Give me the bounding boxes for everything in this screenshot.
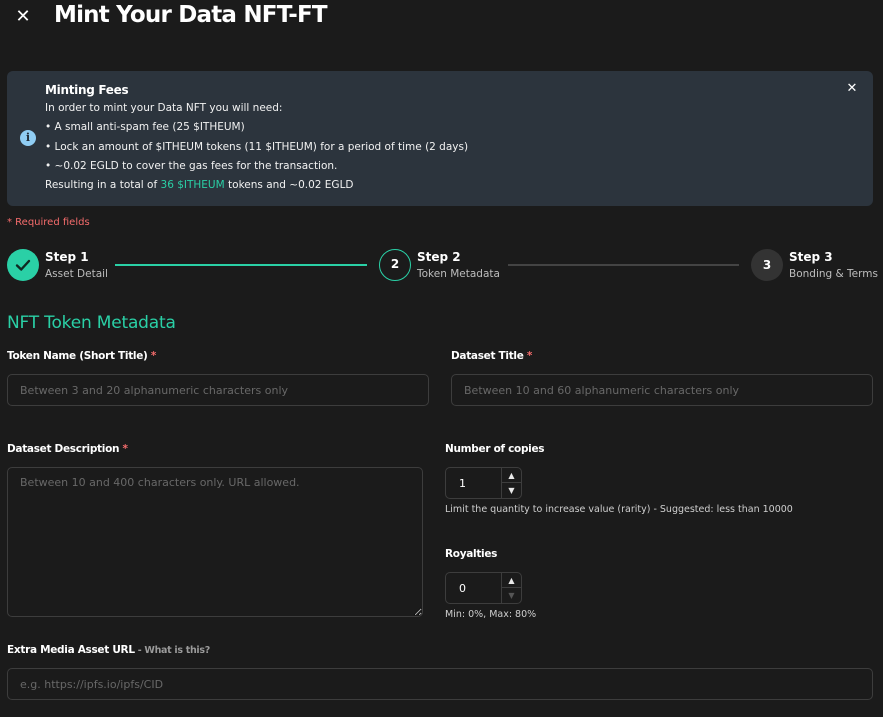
step-2-subtitle: Token Metadata bbox=[417, 268, 500, 280]
extra-media-url-input[interactable] bbox=[7, 668, 873, 700]
alert-total-line: Resulting in a total of 36 $ITHEUM token… bbox=[45, 179, 354, 191]
step-3-number: 3 bbox=[751, 249, 783, 281]
copies-value: 1 bbox=[459, 477, 466, 490]
step-connector-complete bbox=[115, 264, 367, 266]
dataset-description-label: Dataset Description * bbox=[7, 443, 128, 455]
step-3-title: Step 3 bbox=[789, 250, 833, 264]
increment-icon[interactable]: ▲ bbox=[502, 573, 521, 588]
extra-media-label: Extra Media Asset URL - What is this? bbox=[7, 644, 210, 656]
close-icon[interactable]: ✕ bbox=[846, 82, 858, 95]
page-title: Mint Your Data NFT-FT bbox=[54, 2, 328, 28]
alert-line: In order to mint your Data NFT you will … bbox=[45, 102, 283, 114]
copies-help-text: Limit the quantity to increase value (ra… bbox=[445, 504, 793, 515]
step-1-check-icon bbox=[7, 249, 39, 281]
alert-line: • ~0.02 EGLD to cover the gas fees for t… bbox=[45, 160, 338, 172]
token-name-label: Token Name (Short Title) * bbox=[7, 350, 157, 362]
royalties-stepper[interactable]: 0 ▲ ▼ bbox=[445, 572, 522, 604]
step-2-title: Step 2 bbox=[417, 250, 461, 264]
dataset-title-input[interactable] bbox=[451, 374, 873, 406]
increment-icon[interactable]: ▲ bbox=[502, 468, 521, 483]
section-title: NFT Token Metadata bbox=[7, 313, 176, 333]
copies-stepper-buttons: ▲ ▼ bbox=[501, 468, 521, 498]
close-icon[interactable]: ✕ bbox=[14, 8, 32, 26]
step-1-subtitle: Asset Detail bbox=[45, 268, 108, 280]
dataset-description-textarea[interactable] bbox=[7, 467, 423, 617]
alert-title: Minting Fees bbox=[45, 83, 129, 97]
step-3-subtitle: Bonding & Terms bbox=[789, 268, 878, 280]
what-is-this-link[interactable]: - What is this? bbox=[135, 645, 211, 656]
royalties-value: 0 bbox=[459, 582, 466, 595]
decrement-icon[interactable]: ▼ bbox=[502, 588, 521, 603]
required-fields-note: * Required fields bbox=[7, 217, 90, 228]
royalties-stepper-buttons: ▲ ▼ bbox=[501, 573, 521, 603]
step-connector-pending bbox=[508, 264, 739, 266]
total-prefix: Resulting in a total of bbox=[45, 179, 161, 191]
decrement-icon[interactable]: ▼ bbox=[502, 483, 521, 498]
copies-stepper[interactable]: 1 ▲ ▼ bbox=[445, 467, 522, 499]
step-1-title: Step 1 bbox=[45, 250, 89, 264]
dataset-title-label: Dataset Title * bbox=[451, 350, 533, 362]
step-2-number: 2 bbox=[379, 249, 411, 281]
total-suffix: tokens and ~0.02 EGLD bbox=[224, 179, 354, 191]
alert-line: • A small anti-spam fee (25 $ITHEUM) bbox=[45, 121, 245, 133]
alert-line: • Lock an amount of $ITHEUM tokens (11 $… bbox=[45, 141, 469, 153]
mint-page: ✕ Mint Your Data NFT-FT i Minting Fees I… bbox=[0, 0, 883, 717]
copies-label: Number of copies bbox=[445, 443, 545, 455]
royalties-help-text: Min: 0%, Max: 80% bbox=[445, 609, 537, 620]
royalties-label: Royalties bbox=[445, 548, 498, 560]
minting-fees-alert: i Minting Fees In order to mint your Dat… bbox=[7, 71, 873, 206]
info-icon: i bbox=[20, 130, 36, 146]
token-name-input[interactable] bbox=[7, 374, 429, 406]
total-amount: 36 $ITHEUM bbox=[160, 179, 225, 191]
